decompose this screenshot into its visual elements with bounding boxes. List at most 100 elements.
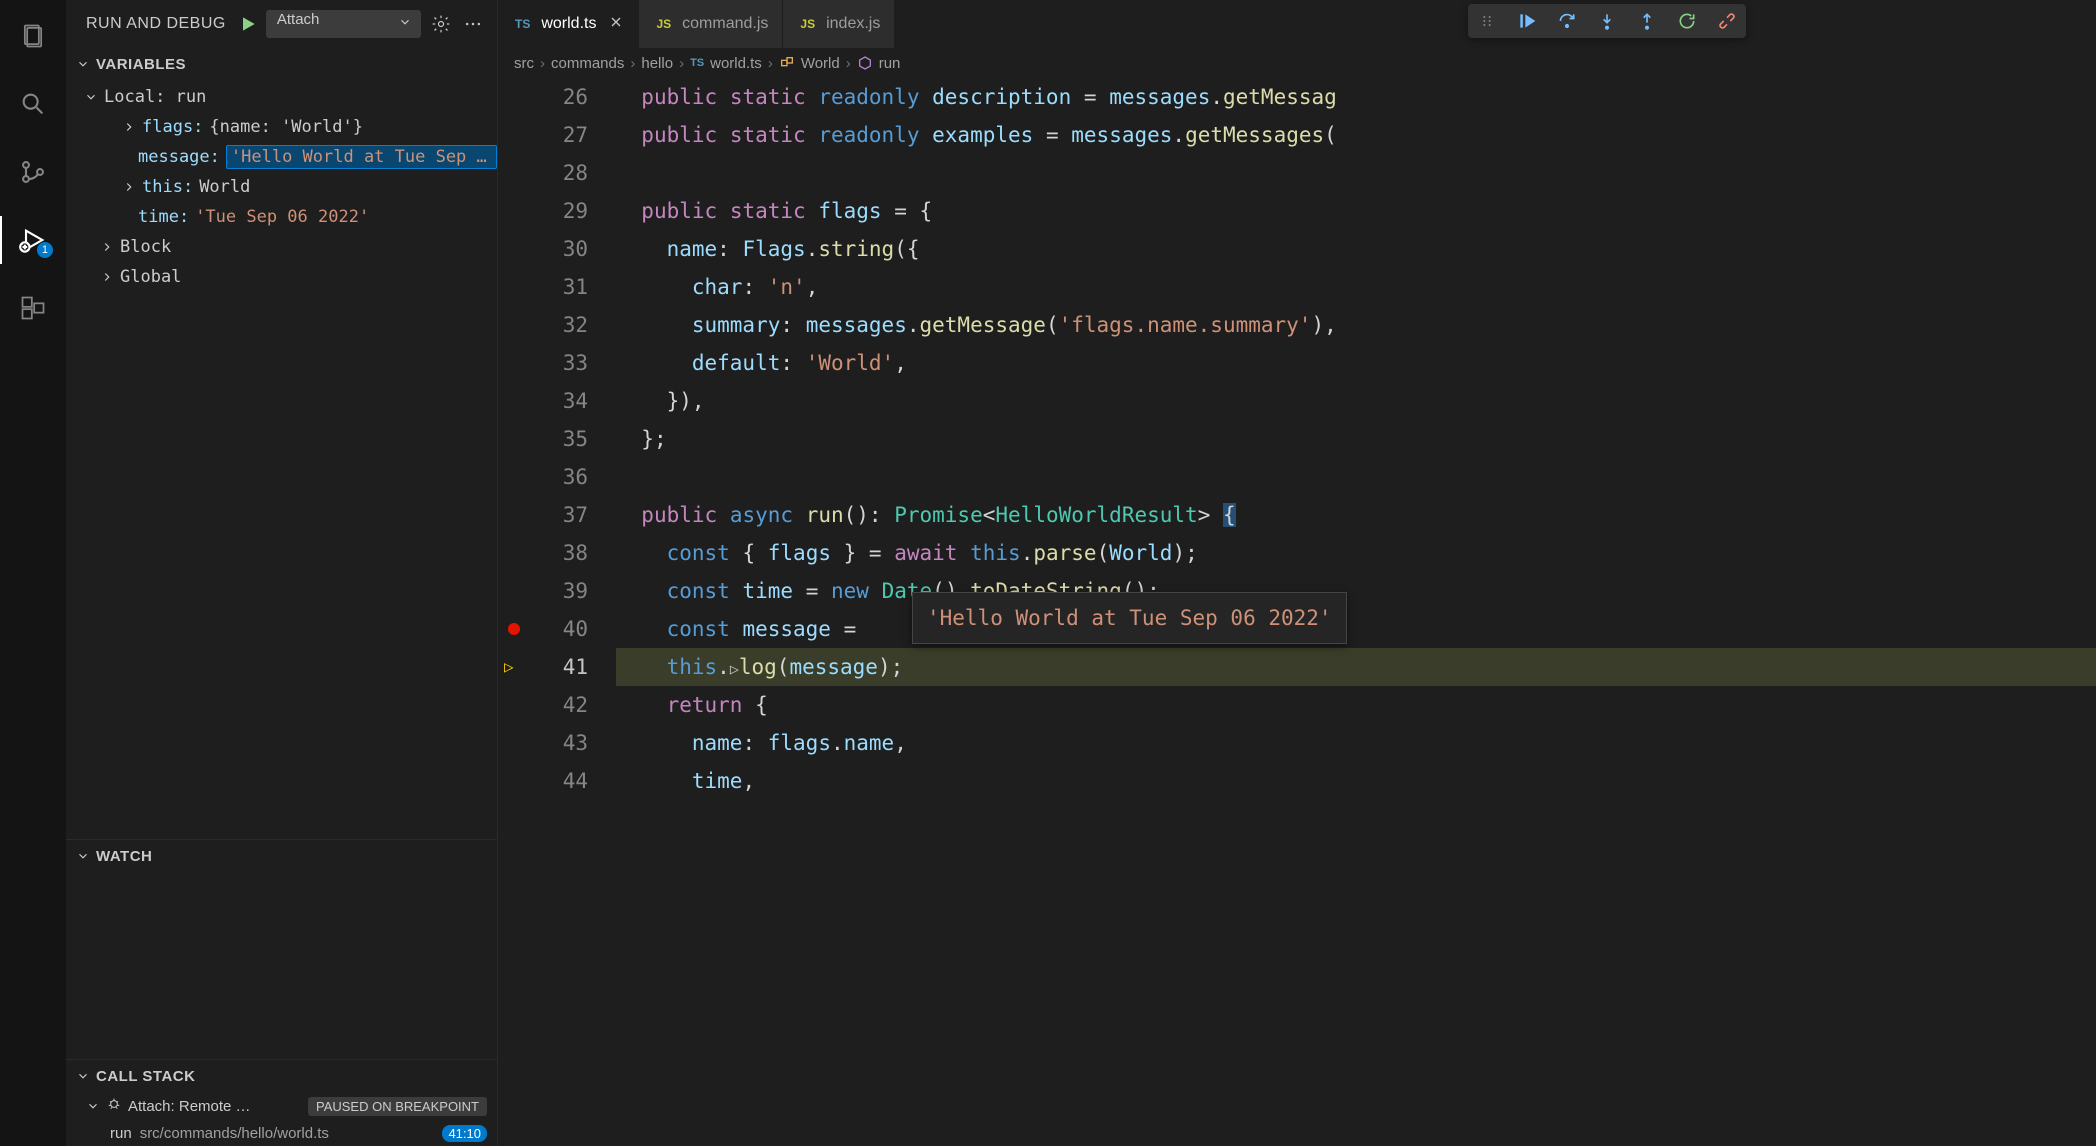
line-number: 34 xyxy=(498,382,588,420)
code-lines[interactable]: public static readonly description = mes… xyxy=(616,78,2096,1146)
frame-position: 41:10 xyxy=(442,1125,487,1142)
line-number: 32 xyxy=(498,306,588,344)
scope-block[interactable]: Block xyxy=(66,232,497,262)
chevron-down-icon xyxy=(76,1069,90,1083)
watch-header[interactable]: WATCH xyxy=(66,840,497,872)
tab-command-js[interactable]: JS command.js xyxy=(639,0,783,48)
tab-label: index.js xyxy=(826,15,880,33)
chevron-down-icon xyxy=(76,57,90,71)
restart-icon[interactable] xyxy=(1674,8,1700,34)
run-debug-header: RUN AND DEBUG Attach xyxy=(66,0,497,48)
debug-inline-icon[interactable]: ▷ xyxy=(730,660,739,678)
run-debug-title: RUN AND DEBUG xyxy=(86,15,226,33)
bc-class[interactable]: World xyxy=(801,55,840,72)
chevron-right-icon xyxy=(122,180,136,194)
editor-tabs: TS world.ts JS command.js JS index.js xyxy=(498,0,2096,48)
bc-segment[interactable]: src xyxy=(514,55,534,72)
scope-global[interactable]: Global xyxy=(66,262,497,292)
line-number: 43 xyxy=(498,724,588,762)
variables-panel: VARIABLES Local: run flags: {name: 'Worl… xyxy=(66,48,497,839)
continue-icon[interactable] xyxy=(1514,8,1540,34)
line-number: 39 xyxy=(498,572,588,610)
bc-segment[interactable]: commands xyxy=(551,55,624,72)
variables-header[interactable]: VARIABLES xyxy=(66,48,497,80)
line-number: 38 xyxy=(498,534,588,572)
bc-method[interactable]: run xyxy=(879,55,901,72)
chevron-right-icon: › xyxy=(630,55,635,72)
callstack-frame[interactable]: run src/commands/hello/world.ts 41:10 xyxy=(66,1120,497,1146)
variable-time[interactable]: time: 'Tue Sep 06 2022' xyxy=(66,202,497,232)
debug-config-value: Attach xyxy=(277,11,320,28)
bc-segment[interactable]: hello xyxy=(641,55,673,72)
callstack-header[interactable]: CALL STACK xyxy=(66,1060,497,1092)
gear-icon[interactable] xyxy=(429,12,453,36)
chevron-down-icon xyxy=(86,1099,100,1113)
more-icon[interactable] xyxy=(461,12,485,36)
debug-config-select[interactable]: Attach xyxy=(266,10,421,38)
chevron-right-icon: › xyxy=(846,55,851,72)
class-icon xyxy=(779,55,795,71)
bc-file[interactable]: world.ts xyxy=(710,55,762,72)
thread-label: Attach: Remote … xyxy=(128,1098,302,1115)
var-name: flags: xyxy=(142,117,203,137)
source-control-icon[interactable] xyxy=(9,148,57,196)
scope-label: Local: run xyxy=(104,87,206,107)
tab-world-ts[interactable]: TS world.ts xyxy=(498,0,639,48)
run-debug-icon[interactable]: 1 xyxy=(9,216,57,264)
code-editor[interactable]: 26 27 28 29 30 31 32 33 34 35 36 37 38 3… xyxy=(498,78,2096,1146)
chevron-down-icon xyxy=(84,90,98,104)
close-icon[interactable] xyxy=(608,14,624,35)
ts-icon: TS xyxy=(512,16,533,32)
line-number: 33 xyxy=(498,344,588,382)
variable-message[interactable]: message: 'Hello World at Tue Sep 06 20… xyxy=(66,142,497,172)
extensions-icon[interactable] xyxy=(9,284,57,332)
tab-label: world.ts xyxy=(541,15,596,33)
js-icon: JS xyxy=(653,16,674,32)
step-into-icon[interactable] xyxy=(1594,8,1620,34)
callstack-title: CALL STACK xyxy=(96,1068,195,1085)
line-number: ▷41 xyxy=(498,648,588,686)
variable-this[interactable]: this: World xyxy=(66,172,497,202)
chevron-right-icon xyxy=(122,120,136,134)
drag-handle-icon[interactable] xyxy=(1474,8,1500,34)
line-number: 28 xyxy=(498,154,588,192)
thread-status: PAUSED ON BREAKPOINT xyxy=(308,1097,487,1116)
var-name: this: xyxy=(142,177,193,197)
step-out-icon[interactable] xyxy=(1634,8,1660,34)
scope-label: Block xyxy=(120,237,171,257)
line-number: 31 xyxy=(498,268,588,306)
disconnect-icon[interactable] xyxy=(1714,8,1740,34)
scope-local[interactable]: Local: run xyxy=(66,82,497,112)
chevron-right-icon: › xyxy=(540,55,545,72)
gutter: 26 27 28 29 30 31 32 33 34 35 36 37 38 3… xyxy=(498,78,616,1146)
line-number: 44 xyxy=(498,762,588,800)
current-line-icon: ▷ xyxy=(504,648,514,686)
line-number: 35 xyxy=(498,420,588,458)
variable-flags[interactable]: flags: {name: 'World'} xyxy=(66,112,497,142)
step-over-icon[interactable] xyxy=(1554,8,1580,34)
start-debugging-icon[interactable] xyxy=(238,14,258,34)
chevron-right-icon xyxy=(100,270,114,284)
var-name: message: xyxy=(138,147,220,167)
search-icon[interactable] xyxy=(9,80,57,128)
watch-panel: WATCH xyxy=(66,839,497,1059)
breadcrumb[interactable]: src › commands › hello › TS world.ts › W… xyxy=(498,48,2096,78)
chevron-right-icon: › xyxy=(768,55,773,72)
editor-area: TS world.ts JS command.js JS index.js sr… xyxy=(498,0,2096,1146)
variables-title: VARIABLES xyxy=(96,56,186,73)
breakpoint-icon[interactable] xyxy=(508,623,520,635)
tab-index-js[interactable]: JS index.js xyxy=(783,0,895,48)
scope-label: Global xyxy=(120,267,181,287)
chevron-down-icon xyxy=(398,15,412,33)
debug-badge: 1 xyxy=(37,242,53,258)
debug-hover-tooltip: 'Hello World at Tue Sep 06 2022' xyxy=(912,592,1347,644)
chevron-right-icon xyxy=(100,240,114,254)
var-value: {name: 'World'} xyxy=(209,117,363,137)
callstack-thread[interactable]: Attach: Remote … PAUSED ON BREAKPOINT xyxy=(66,1092,497,1120)
watch-title: WATCH xyxy=(96,848,152,865)
line-number: 36 xyxy=(498,458,588,496)
chevron-down-icon xyxy=(76,849,90,863)
var-value: 'Tue Sep 06 2022' xyxy=(195,207,369,227)
line-number: 26 xyxy=(498,78,588,116)
explorer-icon[interactable] xyxy=(9,12,57,60)
